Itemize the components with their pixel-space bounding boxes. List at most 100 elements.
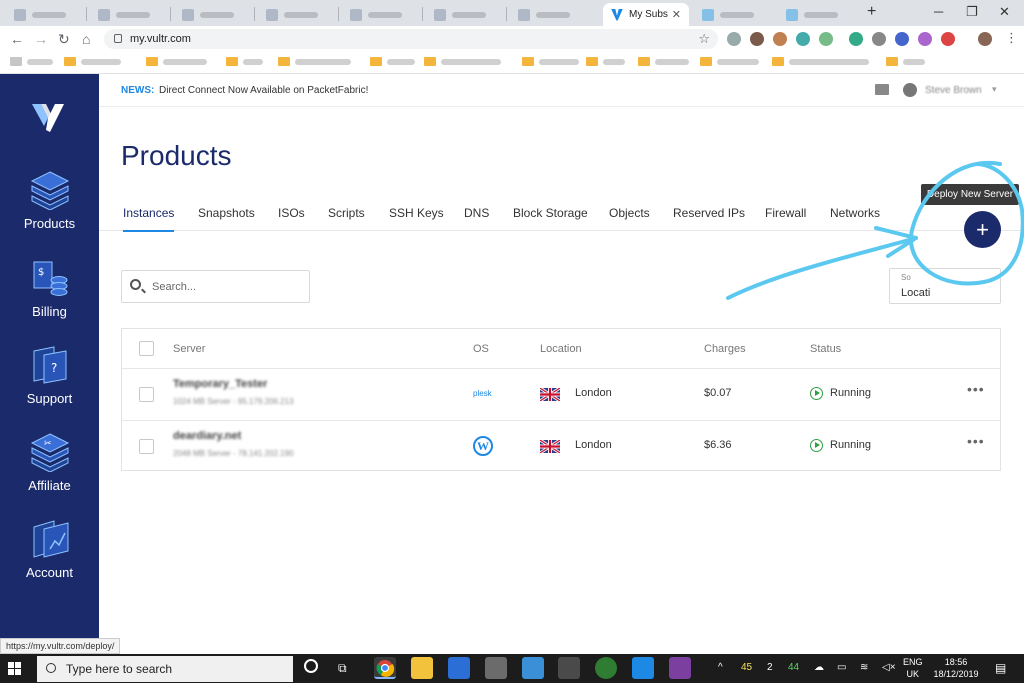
user-avatar-icon[interactable] <box>903 83 917 97</box>
chrome-icon[interactable] <box>374 657 396 679</box>
extension-icon[interactable] <box>941 32 955 46</box>
user-name[interactable]: Steve Brown <box>925 85 982 96</box>
extension-icon[interactable] <box>750 32 764 46</box>
tab-objects[interactable]: Objects <box>609 206 650 220</box>
server-name[interactable]: Temporary_Tester <box>173 378 267 390</box>
tray-number[interactable]: 45 <box>741 662 752 673</box>
affinity-icon[interactable] <box>669 657 691 679</box>
extension-icon[interactable] <box>727 32 741 46</box>
cloud-icon[interactable]: ☁ <box>814 662 824 673</box>
bookmark-item[interactable] <box>64 57 121 66</box>
extension-icon[interactable] <box>872 32 886 46</box>
tray-expand-icon[interactable]: ^ <box>718 662 723 673</box>
tray-number[interactable]: 2 <box>767 662 773 673</box>
tab-block-storage[interactable]: Block Storage <box>513 206 588 220</box>
windows-start-icon[interactable] <box>8 662 21 675</box>
bookmark-item[interactable] <box>638 57 689 66</box>
browser-tab[interactable] <box>426 3 494 26</box>
store-icon[interactable] <box>448 657 470 679</box>
bookmark-item[interactable] <box>10 57 53 66</box>
notification-icon[interactable]: ▤ <box>995 661 1006 675</box>
more-options-icon[interactable]: ••• <box>967 433 985 449</box>
extension-icon[interactable] <box>849 32 863 46</box>
extension-icon[interactable] <box>918 32 932 46</box>
close-tab-icon[interactable]: ✕ <box>672 8 681 21</box>
news-link[interactable]: Direct Connect Now Available on PacketFa… <box>159 85 368 96</box>
speaker-icon[interactable]: ◁× <box>882 662 896 673</box>
vscode-icon[interactable] <box>632 657 654 679</box>
cortana-icon[interactable] <box>304 659 318 673</box>
extension-icon[interactable] <box>773 32 787 46</box>
row-checkbox[interactable] <box>139 439 154 454</box>
bookmark-item[interactable] <box>700 57 759 66</box>
search-input[interactable] <box>152 278 302 296</box>
tab-isos[interactable]: ISOs <box>278 206 305 220</box>
bookmark-item[interactable] <box>146 57 207 66</box>
tab-dns[interactable]: DNS <box>464 206 489 220</box>
app-icon[interactable] <box>558 657 580 679</box>
browser-menu-icon[interactable]: ⋮ <box>1005 30 1018 46</box>
tab-ssh-keys[interactable]: SSH Keys <box>389 206 444 220</box>
window-close-icon[interactable]: ✕ <box>999 4 1010 20</box>
sidebar-item-support[interactable]: ? Support <box>0 345 99 406</box>
mail-icon[interactable] <box>875 84 889 95</box>
taskbar-clock[interactable]: 18:56 18/12/2019 <box>928 656 984 680</box>
home-icon[interactable]: ⌂ <box>82 31 90 47</box>
bookmark-item[interactable] <box>278 57 351 66</box>
extension-icon[interactable] <box>895 32 909 46</box>
address-bar[interactable]: my.vultr.com ☆ <box>104 29 718 49</box>
reload-icon[interactable]: ↻ <box>58 31 70 48</box>
browser-tab[interactable] <box>174 3 242 26</box>
back-icon[interactable]: ← <box>10 31 24 47</box>
extension-icon[interactable] <box>796 32 810 46</box>
more-options-icon[interactable]: ••• <box>967 381 985 397</box>
vc-app-icon[interactable] <box>522 657 544 679</box>
vultr-logo[interactable] <box>32 104 64 137</box>
sidebar-item-account[interactable]: Account <box>0 519 99 580</box>
browser-tab[interactable] <box>510 3 578 26</box>
bookmark-item[interactable] <box>772 57 869 66</box>
browser-tab[interactable] <box>694 3 762 26</box>
task-view-icon[interactable]: ⧉ <box>338 661 347 676</box>
wifi-icon[interactable]: ≋ <box>860 662 868 673</box>
sidebar-item-products[interactable]: Products <box>0 170 99 231</box>
mail-app-icon[interactable] <box>485 657 507 679</box>
tray-number[interactable]: 44 <box>788 662 799 673</box>
sidebar-item-billing[interactable]: $ Billing <box>0 258 99 319</box>
browser-tab[interactable] <box>258 3 326 26</box>
bookmark-item[interactable] <box>424 57 501 66</box>
bookmark-item[interactable] <box>370 57 415 66</box>
row-checkbox[interactable] <box>139 387 154 402</box>
battery-icon[interactable]: ▭ <box>837 662 846 673</box>
chevron-down-icon[interactable]: ▾ <box>992 84 997 95</box>
browser-tab[interactable] <box>778 3 846 26</box>
maximize-icon[interactable]: ❐ <box>966 4 978 20</box>
taskbar-search-box[interactable]: Type here to search <box>37 656 293 682</box>
hs-app-icon[interactable] <box>595 657 617 679</box>
browser-tab[interactable] <box>90 3 158 26</box>
bookmark-item[interactable] <box>886 57 925 66</box>
forward-icon[interactable]: → <box>34 31 48 47</box>
file-explorer-icon[interactable] <box>411 657 433 679</box>
browser-tab-active[interactable]: My Subs ✕ <box>603 3 689 26</box>
sidebar-item-affiliate[interactable]: ✂ Affiliate <box>0 432 99 493</box>
browser-tab[interactable] <box>342 3 410 26</box>
tab-scripts[interactable]: Scripts <box>328 206 365 220</box>
browser-tab[interactable] <box>6 3 74 26</box>
table-row[interactable]: deardiary.net 2048 MB Server - 78.141.20… <box>122 420 1000 472</box>
profile-avatar[interactable] <box>978 32 992 46</box>
column-header-charges: Charges <box>704 343 746 355</box>
tab-instances[interactable]: Instances <box>123 206 175 232</box>
bookmark-item[interactable] <box>226 57 263 66</box>
extension-icon[interactable] <box>819 32 833 46</box>
tab-snapshots[interactable]: Snapshots <box>198 206 255 220</box>
bookmark-star-icon[interactable]: ☆ <box>698 31 710 47</box>
bookmark-item[interactable] <box>522 57 579 66</box>
language-indicator[interactable]: ENG UK <box>903 656 923 680</box>
server-name[interactable]: deardiary.net <box>173 430 241 442</box>
new-tab-icon[interactable]: + <box>867 3 876 21</box>
table-row[interactable]: Temporary_Tester 1024 MB Server - 95.179… <box>122 368 1000 420</box>
select-all-checkbox[interactable] <box>139 341 154 356</box>
minimize-icon[interactable]: ─ <box>934 4 943 19</box>
bookmark-item[interactable] <box>586 57 625 66</box>
